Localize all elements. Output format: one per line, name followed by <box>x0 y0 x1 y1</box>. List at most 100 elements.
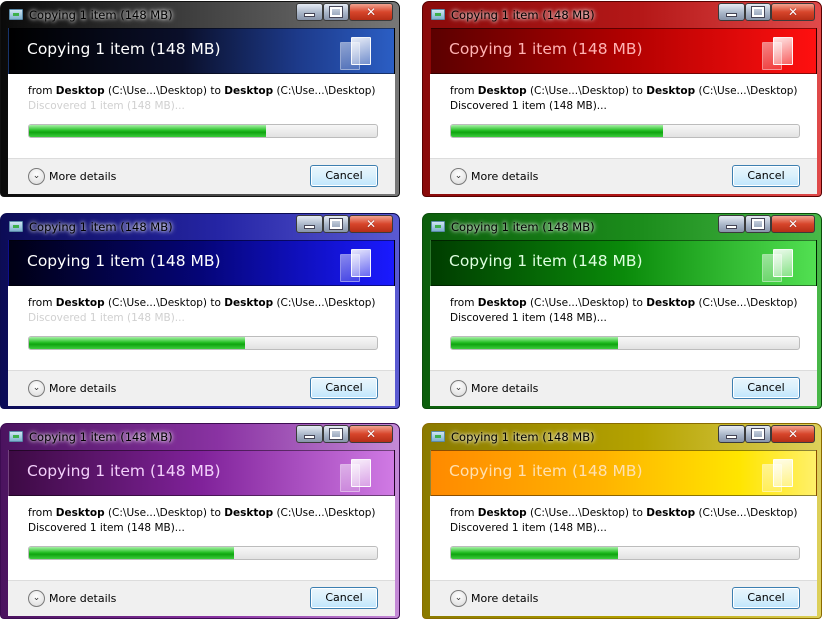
window-title: Copying 1 item (148 MB) <box>451 8 595 22</box>
source-path: (C:\Use...\Desktop) <box>107 297 208 309</box>
progress-fill <box>451 547 619 559</box>
more-details-link[interactable]: More details <box>471 382 538 395</box>
chevron-down-icon[interactable]: ⌄ <box>28 590 45 607</box>
to-label: to <box>210 85 221 97</box>
minimize-button[interactable] <box>718 425 745 443</box>
copy-window-icon <box>9 9 23 20</box>
destination-name: Desktop <box>224 297 274 309</box>
close-button[interactable]: ✕ <box>349 425 393 443</box>
title-bar[interactable]: Copying 1 item (148 MB) ✕ <box>1 424 399 450</box>
maximize-button[interactable] <box>745 3 771 21</box>
copy-path-line: from Desktop (C:\Use...\Desktop) to Desk… <box>28 507 376 519</box>
dialog-banner: Copying 1 item (148 MB) <box>8 240 395 286</box>
title-bar[interactable]: Copying 1 item (148 MB) ✕ <box>423 424 821 450</box>
chevron-down-icon[interactable]: ⌄ <box>450 380 467 397</box>
destination-path: (C:\Use...\Desktop) <box>698 85 798 97</box>
title-bar[interactable]: Copying 1 item (148 MB) ✕ <box>423 214 821 240</box>
title-bar[interactable]: Copying 1 item (148 MB) ✕ <box>423 2 821 28</box>
dialog-content: from Desktop (C:\Use...\Desktop) to Desk… <box>8 286 395 370</box>
dialog-content: from Desktop (C:\Use...\Desktop) to Desk… <box>8 74 395 158</box>
source-path: (C:\Use...\Desktop) <box>107 85 208 97</box>
copy-path-line: from Desktop (C:\Use...\Desktop) to Desk… <box>450 507 798 519</box>
cancel-button[interactable]: Cancel <box>310 377 378 399</box>
minimize-button[interactable] <box>296 215 323 233</box>
to-label: to <box>632 507 643 519</box>
window-title: Copying 1 item (148 MB) <box>451 430 595 444</box>
dialog-heading: Copying 1 item (148 MB) <box>27 462 221 480</box>
maximize-icon <box>329 218 343 230</box>
chevron-down-icon[interactable]: ⌄ <box>450 590 467 607</box>
cancel-button[interactable]: Cancel <box>310 165 378 187</box>
dialog-footer: ⌄ More details Cancel <box>430 370 817 406</box>
copy-path-line: from Desktop (C:\Use...\Desktop) to Desk… <box>28 297 376 309</box>
dialog-heading: Copying 1 item (148 MB) <box>449 252 643 270</box>
maximize-icon <box>751 6 765 18</box>
more-details-link[interactable]: More details <box>49 592 116 605</box>
progress-bar <box>450 124 800 138</box>
to-label: to <box>210 507 221 519</box>
source-name: Desktop <box>477 507 527 519</box>
copy-files-icon <box>760 247 796 282</box>
maximize-button[interactable] <box>745 425 771 443</box>
copy-window-icon <box>431 221 445 232</box>
progress-fill <box>29 337 245 349</box>
title-bar[interactable]: Copying 1 item (148 MB) ✕ <box>1 2 399 28</box>
cancel-button[interactable]: Cancel <box>732 377 800 399</box>
more-details-link[interactable]: More details <box>471 170 538 183</box>
destination-name: Desktop <box>224 85 274 97</box>
minimize-button[interactable] <box>718 3 745 21</box>
close-button[interactable]: ✕ <box>771 3 815 21</box>
source-name: Desktop <box>55 507 105 519</box>
progress-bar <box>450 546 800 560</box>
dialog-heading: Copying 1 item (148 MB) <box>27 40 221 58</box>
window-title: Copying 1 item (148 MB) <box>29 430 173 444</box>
maximize-button[interactable] <box>745 215 771 233</box>
title-bar[interactable]: Copying 1 item (148 MB) ✕ <box>1 214 399 240</box>
status-text: Discovered 1 item (148 MB)... <box>450 312 607 324</box>
more-details-link[interactable]: More details <box>49 170 116 183</box>
close-button[interactable]: ✕ <box>349 215 393 233</box>
minimize-button[interactable] <box>296 3 323 21</box>
status-text: Discovered 1 item (148 MB)... <box>28 522 185 534</box>
cancel-button[interactable]: Cancel <box>310 587 378 609</box>
minimize-button[interactable] <box>296 425 323 443</box>
from-label: from <box>28 85 53 97</box>
cancel-button[interactable]: Cancel <box>732 587 800 609</box>
to-label: to <box>632 85 643 97</box>
dialog-footer: ⌄ More details Cancel <box>430 158 817 194</box>
chevron-down-icon[interactable]: ⌄ <box>28 168 45 185</box>
minimize-button[interactable] <box>718 215 745 233</box>
maximize-button[interactable] <box>323 425 349 443</box>
chevron-down-icon[interactable]: ⌄ <box>450 168 467 185</box>
destination-name: Desktop <box>646 507 696 519</box>
close-button[interactable]: ✕ <box>771 215 815 233</box>
status-text: Discovered 1 item (148 MB)... <box>450 100 607 112</box>
close-button[interactable]: ✕ <box>349 3 393 21</box>
maximize-button[interactable] <box>323 215 349 233</box>
from-label: from <box>450 507 475 519</box>
more-details-link[interactable]: More details <box>49 382 116 395</box>
progress-fill <box>29 547 235 559</box>
minimize-icon <box>726 435 737 439</box>
destination-path: (C:\Use...\Desktop) <box>276 297 376 309</box>
progress-bar <box>450 336 800 350</box>
from-label: from <box>28 297 53 309</box>
maximize-icon <box>751 428 765 440</box>
dialog-content: from Desktop (C:\Use...\Desktop) to Desk… <box>430 496 817 580</box>
to-label: to <box>632 297 643 309</box>
dialog-banner: Copying 1 item (148 MB) <box>430 450 817 496</box>
chevron-down-icon[interactable]: ⌄ <box>28 380 45 397</box>
copy-dialog: Copying 1 item (148 MB) ✕ Copying 1 item… <box>422 1 822 197</box>
status-text: Discovered 1 item (148 MB)... <box>450 522 607 534</box>
copy-dialog: Copying 1 item (148 MB) ✕ Copying 1 item… <box>0 213 400 409</box>
dialog-footer: ⌄ More details Cancel <box>8 158 395 194</box>
dialog-banner: Copying 1 item (148 MB) <box>8 28 395 74</box>
maximize-icon <box>751 218 765 230</box>
more-details-link[interactable]: More details <box>471 592 538 605</box>
from-label: from <box>450 85 475 97</box>
maximize-button[interactable] <box>323 3 349 21</box>
close-button[interactable]: ✕ <box>771 425 815 443</box>
close-icon: ✕ <box>365 5 377 19</box>
copy-window-icon <box>9 431 23 442</box>
cancel-button[interactable]: Cancel <box>732 165 800 187</box>
